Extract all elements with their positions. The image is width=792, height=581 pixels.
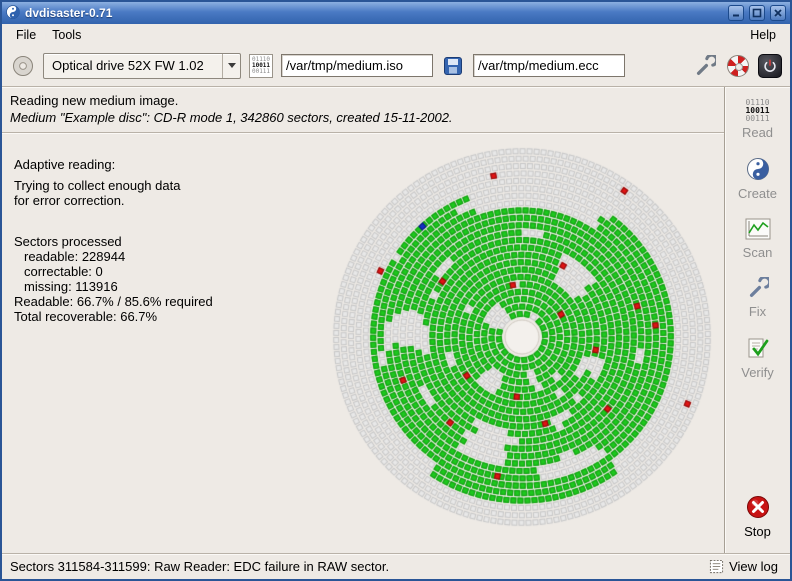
drive-button[interactable] bbox=[10, 53, 36, 79]
sectors-correctable: correctable: 0 bbox=[14, 264, 244, 279]
menu-tools[interactable]: Tools bbox=[44, 26, 89, 44]
app-icon bbox=[6, 5, 20, 22]
action-sidebar: 01110 10011 00111 Read Create Scan bbox=[724, 87, 790, 553]
stop-button[interactable]: Stop bbox=[730, 491, 786, 543]
minimize-button[interactable] bbox=[728, 5, 744, 21]
total-summary: Total recoverable: 66.7% bbox=[14, 309, 244, 324]
log-icon bbox=[709, 559, 724, 574]
disc-spiral bbox=[322, 137, 722, 537]
help-about-button[interactable] bbox=[725, 53, 751, 79]
readable-summary: Readable: 66.7% / 85.6% required bbox=[14, 294, 244, 309]
main-area: Reading new medium image. Medium "Exampl… bbox=[2, 87, 790, 553]
menu-file[interactable]: File bbox=[8, 26, 44, 44]
menu-help[interactable]: Help bbox=[742, 26, 784, 44]
app-window: dvdisaster-0.71 File Tools Help Optical … bbox=[0, 0, 792, 581]
fix-icon bbox=[747, 277, 769, 302]
menubar: File Tools Help bbox=[2, 24, 790, 45]
create-icon bbox=[746, 157, 770, 184]
verify-label: Verify bbox=[741, 365, 774, 380]
stop-label: Stop bbox=[744, 524, 771, 539]
maximize-icon bbox=[752, 8, 762, 18]
titlebar[interactable]: dvdisaster-0.71 bbox=[2, 2, 790, 24]
reading-info-panel: Adaptive reading: Trying to collect enou… bbox=[14, 157, 244, 324]
status-line-2: Medium "Example disc": CD-R mode 1, 3428… bbox=[10, 109, 716, 126]
close-button[interactable] bbox=[770, 5, 786, 21]
read-icon: 01110 10011 00111 bbox=[745, 99, 769, 123]
fix-label: Fix bbox=[749, 304, 766, 319]
content-area: Reading new medium image. Medium "Exampl… bbox=[2, 87, 724, 553]
window-title: dvdisaster-0.71 bbox=[25, 6, 723, 20]
scan-label: Scan bbox=[743, 245, 773, 260]
fix-button[interactable]: Fix bbox=[730, 273, 786, 323]
maximize-button[interactable] bbox=[749, 5, 765, 21]
wrench-icon bbox=[694, 55, 716, 77]
sectors-readable: readable: 228944 bbox=[14, 249, 244, 264]
toolbar: Optical drive 52X FW 1.02 01110 10011 00… bbox=[2, 45, 790, 87]
verify-button[interactable]: Verify bbox=[730, 332, 786, 384]
statusbar-message: Sectors 311584-311599: Raw Reader: EDC f… bbox=[10, 559, 705, 574]
statusbar: Sectors 311584-311599: Raw Reader: EDC f… bbox=[2, 553, 790, 579]
combo-arrow[interactable] bbox=[222, 54, 240, 78]
stop-icon bbox=[746, 495, 770, 522]
disc-visualization bbox=[322, 137, 722, 537]
drive-icon bbox=[12, 55, 34, 77]
quit-button[interactable] bbox=[758, 54, 782, 78]
sectors-missing: missing: 113916 bbox=[14, 279, 244, 294]
drive-select[interactable]: Optical drive 52X FW 1.02 bbox=[43, 53, 241, 79]
create-button[interactable]: Create bbox=[730, 153, 786, 205]
ecc-file-button[interactable] bbox=[440, 53, 466, 79]
preferences-button[interactable] bbox=[692, 53, 718, 79]
adaptive-title: Adaptive reading: bbox=[14, 157, 244, 172]
image-file-button[interactable]: 01110 10011 00111 bbox=[248, 53, 274, 79]
read-label: Read bbox=[742, 125, 773, 140]
create-label: Create bbox=[738, 186, 777, 201]
ecc-path-input[interactable] bbox=[473, 54, 625, 77]
power-icon bbox=[763, 59, 777, 73]
dvdisaster-disc-icon bbox=[727, 55, 749, 77]
view-log-button[interactable]: View log bbox=[705, 557, 782, 576]
image-file-icon: 01110 10011 00111 bbox=[249, 54, 273, 78]
drive-select-value: Optical drive 52X FW 1.02 bbox=[44, 58, 222, 73]
status-line-1: Reading new medium image. bbox=[10, 92, 716, 109]
status-heading: Reading new medium image. Medium "Exampl… bbox=[2, 87, 724, 133]
minimize-icon bbox=[731, 8, 741, 18]
iso-path-input[interactable] bbox=[281, 54, 433, 77]
sectors-title: Sectors processed bbox=[14, 234, 244, 249]
ecc-file-icon bbox=[443, 56, 463, 76]
scan-icon bbox=[745, 218, 771, 243]
verify-icon bbox=[746, 336, 770, 363]
read-button[interactable]: 01110 10011 00111 Read bbox=[730, 95, 786, 144]
scan-button[interactable]: Scan bbox=[730, 214, 786, 264]
chevron-down-icon bbox=[228, 63, 236, 68]
close-icon bbox=[773, 8, 783, 18]
view-log-label: View log bbox=[729, 559, 778, 574]
adaptive-description: Trying to collect enough data for error … bbox=[14, 178, 199, 208]
